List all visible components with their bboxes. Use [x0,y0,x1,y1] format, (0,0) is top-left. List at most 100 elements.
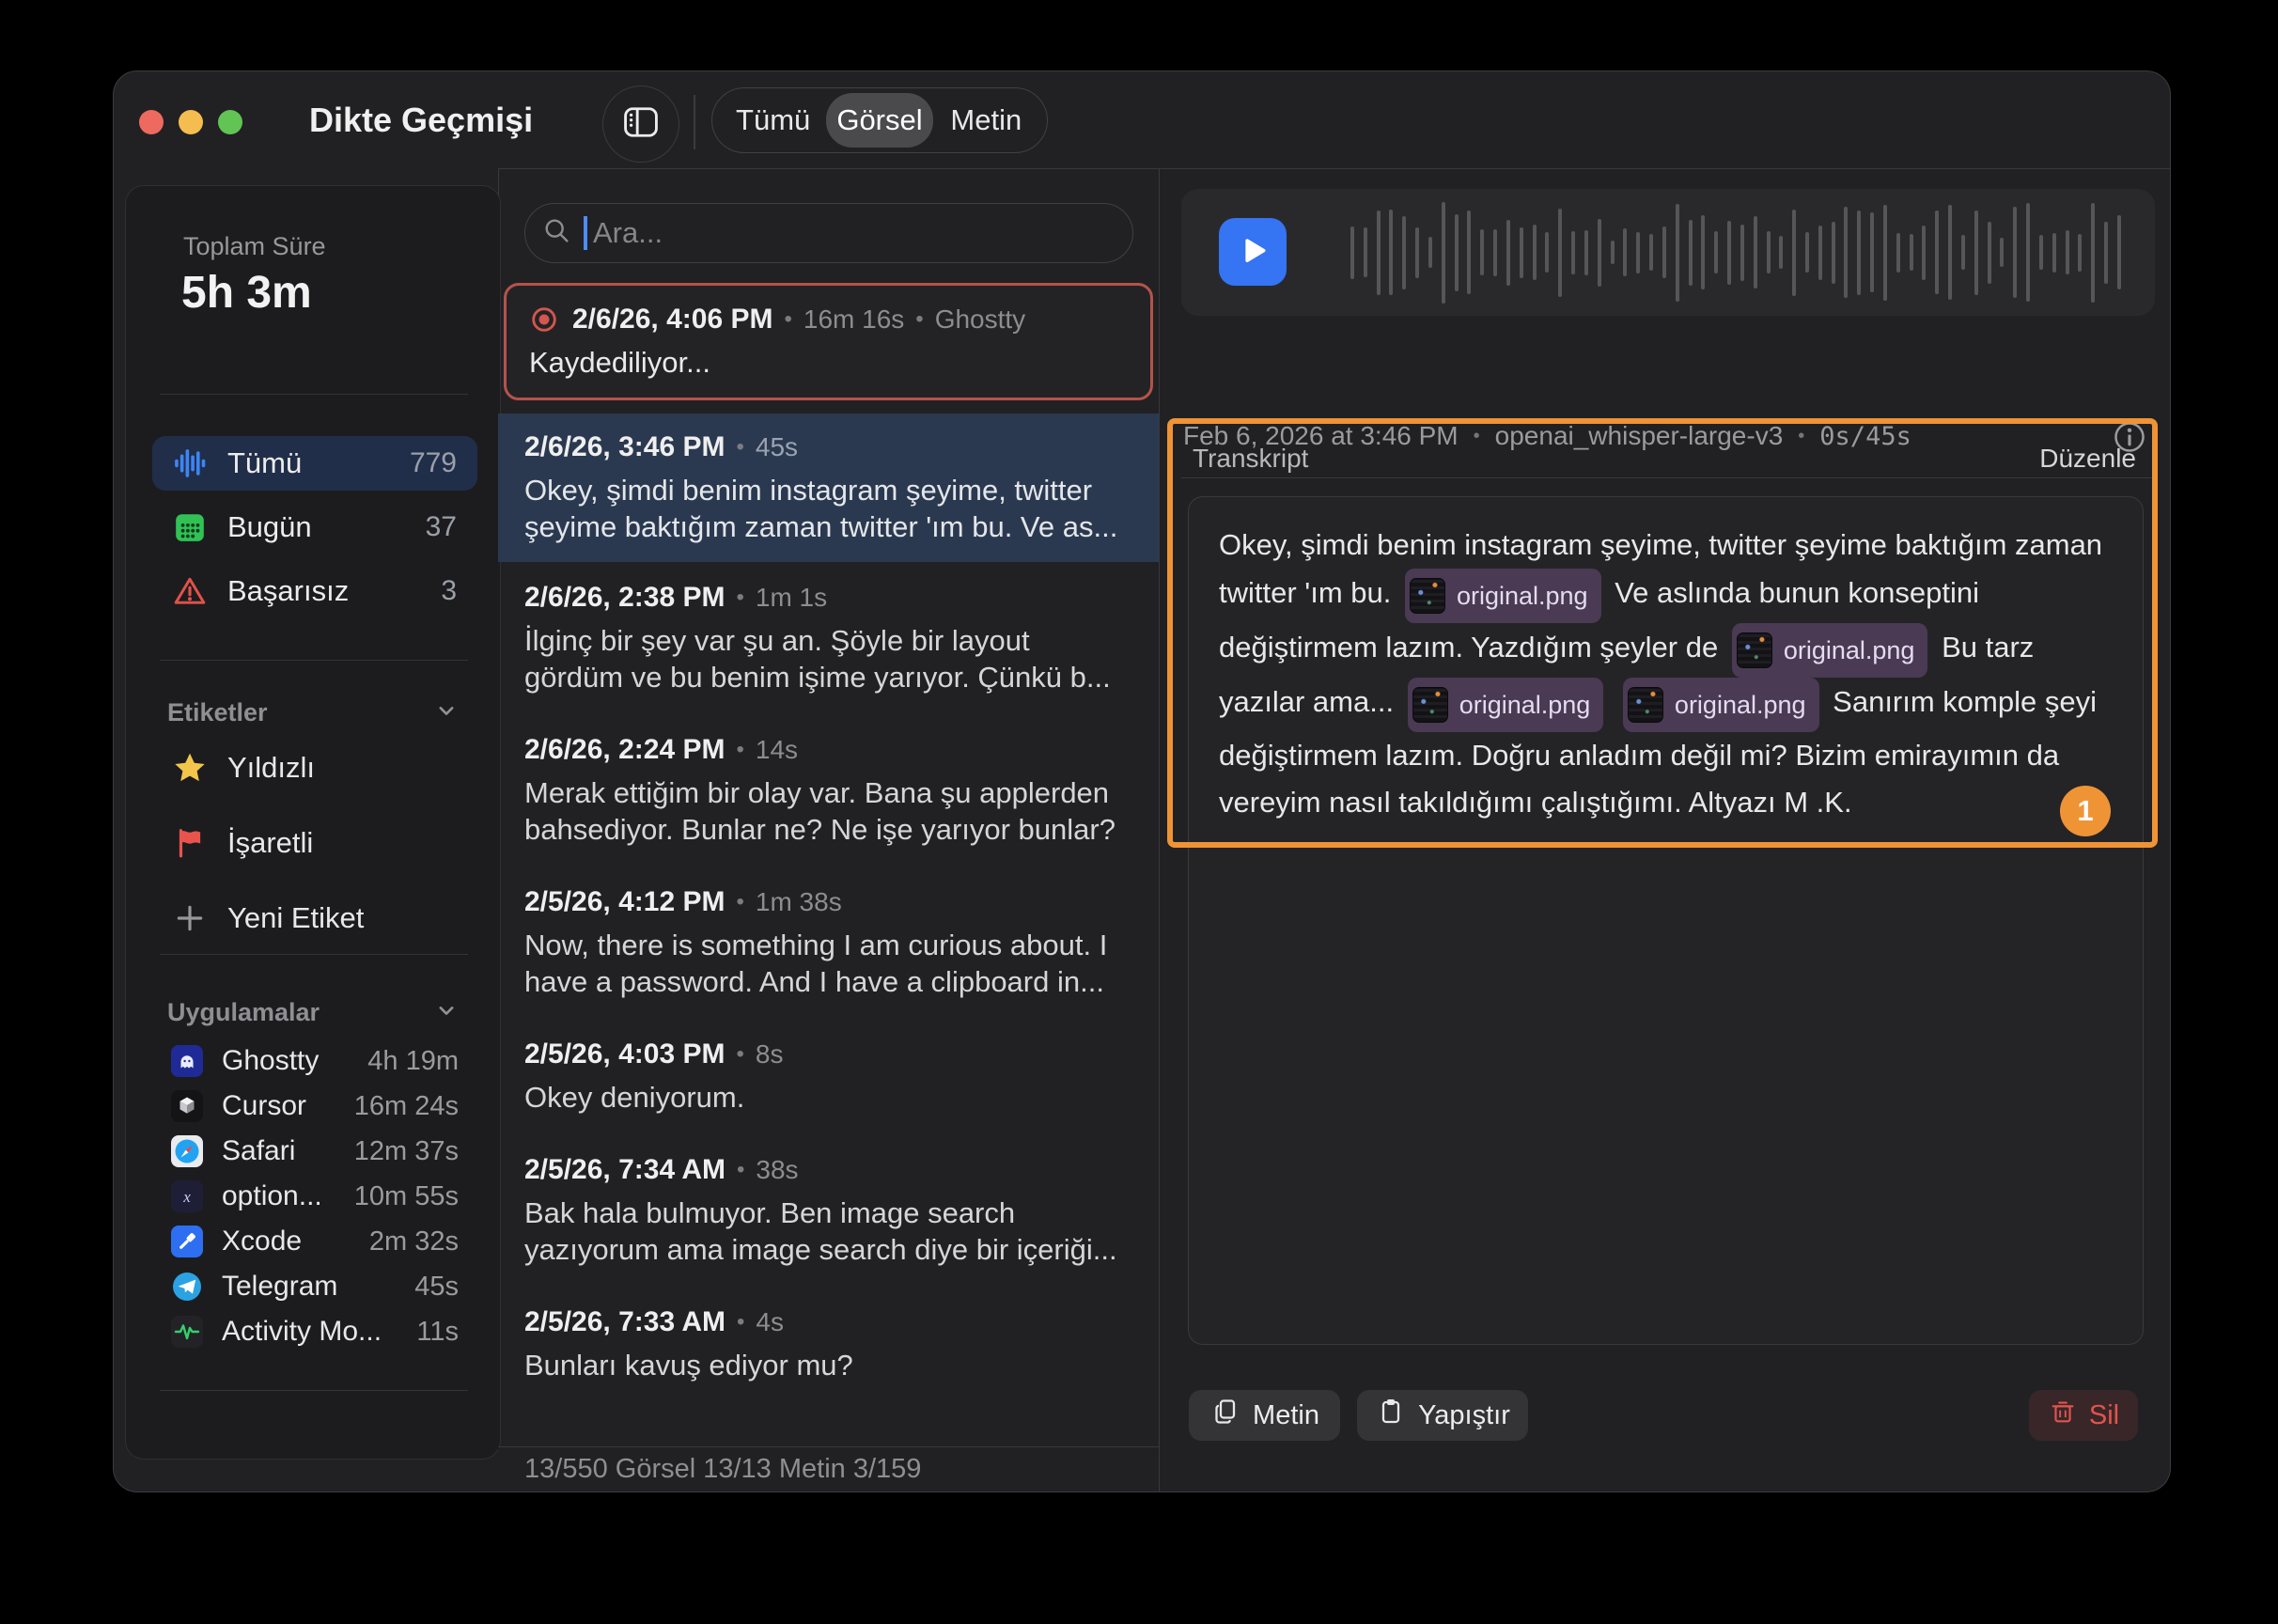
item-date: 2/6/26, 2:24 PM [524,734,725,766]
delete-button[interactable]: Sil [2029,1390,2138,1441]
list-item[interactable]: 2/6/26, 2:38 PM•1m 1sİlginç bir şey var … [498,562,1159,714]
waveform-bar [1792,210,1796,296]
tags-section-header[interactable]: Etiketler [167,696,460,729]
sidebar-app-row[interactable]: Cursor16m 24s [152,1084,477,1129]
list-item[interactable]: 2/5/26, 7:33 AM•4sBunları kavuş ediyor m… [498,1287,1159,1402]
tab-görsel[interactable]: Görsel [826,93,932,148]
transcript-box[interactable]: Okey, şimdi benim instagram şeyime, twit… [1188,496,2144,1345]
app-duration: 4h 19m [367,1046,459,1077]
tab-tümü[interactable]: Tümü [720,93,826,148]
app-duration: 16m 24s [354,1091,459,1122]
waveform-bar [2000,238,2004,267]
sidebar-tag-0[interactable]: Yıldızlı [152,740,477,796]
attachment-pill[interactable]: original.png [1623,678,1819,732]
waveform-bar [1832,222,1835,284]
list-item-header: 2/5/26, 7:34 AM•38s [524,1155,1132,1185]
tag-label: İşaretli [227,826,313,860]
audio-player-card [1181,189,2155,316]
list-item-header: 2/5/26, 4:12 PM•1m 38s [524,887,1132,917]
attachment-thumbnail [1628,687,1663,723]
list-item[interactable]: 2/6/26, 2:24 PM•14sMerak ettiğim bir ola… [498,714,1159,867]
record-icon [529,304,559,335]
waveform-bar [2117,215,2121,289]
sidebar-app-row[interactable]: Safari12m 37s [152,1129,477,1174]
sidebar-filter-başarısız[interactable]: Başarısız3 [152,564,477,618]
search-input[interactable] [593,216,1116,250]
dot-separator: • [915,306,923,333]
ghostty-app-icon [171,1045,203,1077]
list-item-selected[interactable]: 2/6/26, 3:46 PM•45sOkey, şimdi benim ins… [498,414,1159,562]
tab-metin[interactable]: Metin [933,93,1039,148]
cursor-app-icon [171,1090,203,1122]
sidebar-filter-bugün[interactable]: Bugün37 [152,500,477,554]
waveform-bar [1584,230,1588,275]
option-app-icon: x [171,1180,203,1212]
waveform-bar [1350,226,1354,279]
list-item[interactable]: 2/5/26, 4:03 PM•8sOkey deniyorum. [498,1019,1159,1134]
sidebar-app-row[interactable]: Telegram45s [152,1264,477,1309]
app-duration: 11s [416,1317,459,1348]
window-title: Dikte Geçmişi [309,71,533,168]
sidebar-app-row[interactable]: Activity Mo... 11s [152,1309,477,1354]
dot-separator: • [737,1309,744,1335]
waveform-bar [1935,211,1939,294]
filter-label: Başarısız [227,574,349,608]
filter-count: 779 [410,447,457,479]
sidebar-app-row[interactable]: Xcode2m 32s [152,1219,477,1264]
sidebar-toggle-button[interactable] [602,86,679,163]
waveform-bar [1740,225,1744,281]
copy-text-button[interactable]: Metin [1189,1390,1340,1441]
waveform-bar [2026,203,2030,302]
xcode-app-icon [171,1226,203,1257]
sidebar-filter-tümü[interactable]: Tümü779 [152,436,477,491]
filter-segmented-control: TümüGörselMetin [711,87,1048,153]
zoom-button[interactable] [218,110,242,134]
apps-section-header[interactable]: Uygulamalar [167,996,460,1029]
sidebar-tag-1[interactable]: İşaretli [152,815,477,871]
annotation-badge: 1 [2060,786,2111,836]
waveform-bar [1961,235,1965,270]
waveform-bar [1767,231,1771,273]
app-name: option... [222,1180,322,1212]
waveform-bar [1389,210,1393,295]
play-icon [1234,231,1272,273]
svg-text:x: x [182,1188,191,1206]
edit-button[interactable]: Düzenle [2039,444,2136,474]
attachment-pill[interactable]: original.png [1732,623,1928,678]
app-duration: 10m 55s [354,1181,459,1212]
list-item-recording[interactable]: 2/6/26, 4:06 PM•16m 16s•GhosttyKaydedili… [504,283,1153,400]
sidebar-app-row[interactable]: Ghostty4h 19m [152,1038,477,1084]
waveform-bar [1818,226,1822,280]
attachment-pill[interactable]: original.png [1408,678,1604,732]
waveform-bar [1754,216,1757,289]
total-duration-value: 5h 3m [181,267,312,319]
close-button[interactable] [139,110,164,134]
waveform-bar [1910,234,1913,271]
attachment-pill[interactable]: original.png [1405,569,1601,623]
audio-waveform[interactable] [1350,200,2121,304]
list-item[interactable]: 2/5/26, 7:34 AM•38s Bak hala bulmuyor. Be… [498,1134,1159,1287]
waveform-bar [1480,229,1484,275]
play-button[interactable] [1219,218,1287,286]
dot-separator: • [736,585,743,611]
waveform-bar [1857,211,1861,295]
waveform-bar [1364,227,1367,277]
trash-icon [2048,1397,2078,1434]
warning-icon [173,574,207,608]
waveform-bar [1988,222,1991,284]
sidebar-divider [160,394,468,395]
dot-separator: • [736,737,743,763]
item-duration: 38s [756,1155,798,1185]
clipboard-icon [1375,1396,1407,1435]
sidebar-tag-new[interactable]: Yeni Etiket [152,890,477,946]
attachment-filename: original.png [1675,681,1806,728]
item-preview-text: Bak hala bulmuyor. Ben image search yazı… [524,1195,1132,1268]
app-name: Activity Mo... [222,1316,382,1348]
search-field[interactable] [524,203,1133,263]
sidebar-divider [160,660,468,661]
paste-button[interactable]: Yapıştır [1357,1390,1528,1441]
document-copy-icon [1209,1396,1241,1435]
sidebar-app-row[interactable]: x option... 10m 55s [152,1174,477,1219]
minimize-button[interactable] [179,110,203,134]
list-item[interactable]: 2/5/26, 4:12 PM•1m 38sNow, there is some… [498,867,1159,1019]
